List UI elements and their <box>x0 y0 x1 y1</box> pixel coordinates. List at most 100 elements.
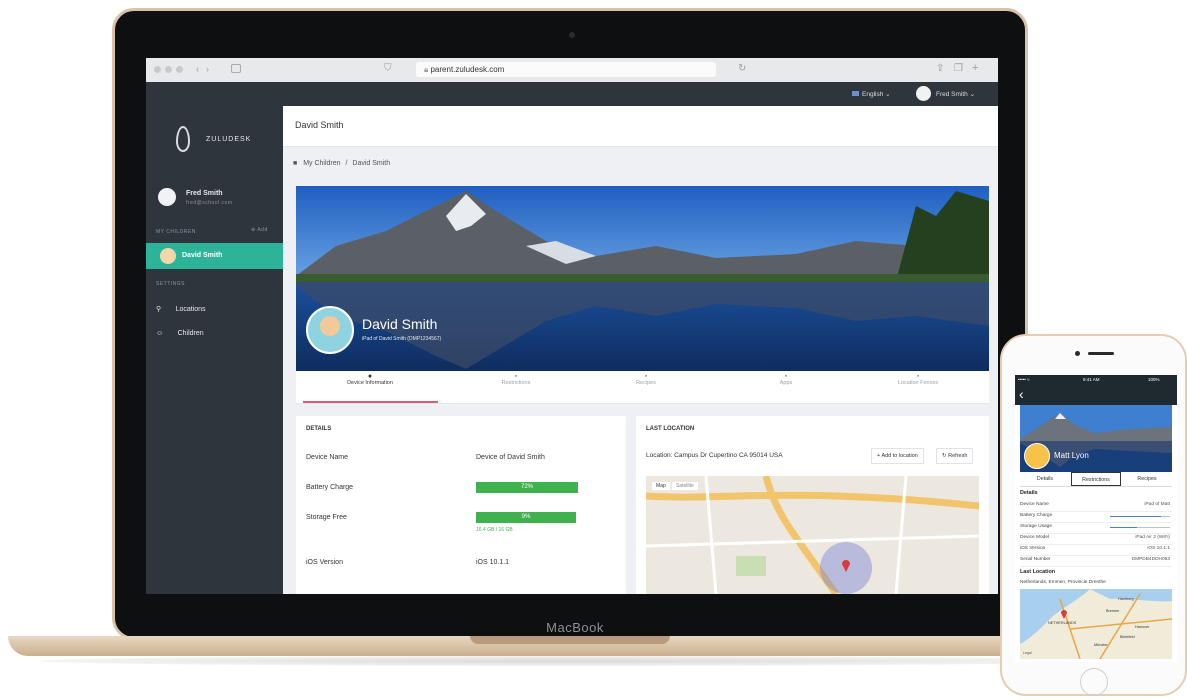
shield-icon[interactable]: ⛉ <box>384 63 392 74</box>
status-time: 9:41 AM <box>1083 377 1100 382</box>
device-tabs: ● Device Information ▪ Restrictions ▪ Re… <box>296 371 989 404</box>
tab-label: Device Information <box>347 380 393 386</box>
window-maximize-dot[interactable] <box>176 66 183 73</box>
refresh-icon: ↻ <box>942 453 947 459</box>
phone-camera <box>1075 351 1080 356</box>
share-icon[interactable]: ⇪ <box>936 63 944 74</box>
tab-label: Location Fences <box>897 380 939 386</box>
cover-name: David Smith <box>362 316 438 332</box>
tabs-icon[interactable]: ❐ <box>954 63 963 74</box>
page-title: David Smith <box>295 120 344 130</box>
map-label-netherlands: NETHERLANDS <box>1048 621 1077 625</box>
row-label: Storage Usage <box>1020 524 1052 529</box>
device-name-value: Device of David Smith <box>476 454 545 461</box>
avatar-face <box>320 316 340 336</box>
logo-text: ZULUDESK <box>206 136 252 143</box>
breadcrumb-root[interactable]: My Children <box>303 160 340 167</box>
storage-label: Storage Free <box>306 514 347 521</box>
battery-track <box>1110 516 1170 517</box>
tab-label: Recipes <box>636 380 656 386</box>
row-label: Serial Number <box>1020 557 1051 562</box>
forward-icon[interactable]: › <box>206 64 209 74</box>
map-label-hanover: Hanover <box>1135 625 1150 629</box>
sidebar-item-active-child[interactable]: David Smith <box>146 243 283 269</box>
add-to-location-label: Add to location <box>881 453 918 459</box>
add-label: Add <box>257 227 268 233</box>
map-type-satellite[interactable]: Satellite <box>672 482 698 490</box>
storage-track <box>1110 527 1170 528</box>
phone-speaker <box>1088 352 1114 355</box>
child-profile-avatar <box>306 306 354 354</box>
active-tab-indicator <box>303 401 438 403</box>
location-text: Location: Campus Dr Cupertino CA 95014 U… <box>646 452 783 459</box>
user-menu[interactable]: Fred Smith ⌄ <box>936 90 975 98</box>
sidebar-item-label: David Smith <box>182 252 223 259</box>
map-label-bielefeld: Bielefeld <box>1120 635 1135 639</box>
profile-avatar[interactable] <box>158 188 176 206</box>
pin-icon: ▪ <box>916 373 920 380</box>
status-battery: 100% <box>1148 377 1160 382</box>
phone-cover-photo: Matt Lyon <box>1020 405 1172 475</box>
window-minimize-dot[interactable] <box>165 66 172 73</box>
info-icon: ● <box>367 373 373 380</box>
breadcrumb: ■ My Children / David Smith <box>293 160 391 167</box>
sidebar-item-children[interactable]: ☺ Children <box>156 322 204 340</box>
row-value: DMPDB4DDH053 <box>1131 557 1170 562</box>
phone-location-heading: Last Location <box>1020 569 1056 575</box>
add-child-button[interactable]: ⊕ Add <box>251 227 268 233</box>
sidebar-item-locations[interactable]: ⚲ Locations <box>156 298 206 316</box>
back-icon[interactable]: ‹ <box>196 64 199 74</box>
location-map[interactable]: Map Satellite <box>646 476 979 594</box>
phone-row-serial: Serial Number DMPDB4DDH053 <box>1020 555 1172 567</box>
add-to-location-button[interactable]: + Add to location <box>871 448 924 464</box>
reload-icon[interactable]: ↻ <box>738 63 746 74</box>
url-field[interactable]: 🔒︎ parent.zuludesk.com <box>416 62 716 77</box>
map-label-munster: Münster <box>1094 643 1108 647</box>
map-type-map[interactable]: Map <box>652 482 670 490</box>
users-icon: ☺ <box>156 330 164 337</box>
laptop-notch <box>470 636 670 644</box>
tab-device-information[interactable]: ● Device Information <box>310 373 430 386</box>
phone-location-map[interactable]: Hamburg Bremen NETHERLANDS Hanover Biele… <box>1020 589 1172 659</box>
breadcrumb-current: David Smith <box>352 160 391 167</box>
tab-recipes[interactable]: ▪ Recipes <box>586 373 706 386</box>
phone-details-heading: Details <box>1020 490 1038 496</box>
browser-toolbar: ‹ › ⛉ 🔒︎ parent.zuludesk.com ↻ ⇪ ❐ + <box>146 58 998 83</box>
sidebar-item-label: Children <box>177 330 204 337</box>
refresh-button[interactable]: ↻ Refresh <box>936 448 974 464</box>
tab-apps[interactable]: ▪ Apps <box>726 373 846 386</box>
phone-cover-name: Matt Lyon <box>1054 451 1089 460</box>
sidebar-toggle-icon[interactable] <box>231 64 241 73</box>
phone-tabs: Details Restrictions Recipes <box>1020 472 1172 487</box>
map-label-bremen: Bremen <box>1106 609 1120 613</box>
mountain-lake-image <box>296 186 989 371</box>
user-avatar[interactable] <box>916 86 931 101</box>
laptop-shadow <box>40 656 1100 666</box>
phone-tab-restrictions[interactable]: Restrictions <box>1071 472 1121 486</box>
child-avatar <box>160 248 176 264</box>
map-roads-image <box>646 476 979 594</box>
sidebar: ZULUDESK Fred Smith fred@school.com MY C… <box>146 106 283 594</box>
phone-screen: ••••• ≈ 9:41 AM 100% ‹ Matt Lyon Details… <box>1015 375 1177 662</box>
tab-restrictions[interactable]: ▪ Restrictions <box>456 373 576 386</box>
laptop-screen: ‹ › ⛉ 🔒︎ parent.zuludesk.com ↻ ⇪ ❐ + Eng… <box>146 58 998 594</box>
carrier-signal: ••••• ≈ <box>1018 377 1030 382</box>
tab-location-fences[interactable]: ▪ Location Fences <box>858 373 978 386</box>
ios-version-label: iOS Version <box>306 559 343 566</box>
phone-home-button[interactable] <box>1080 668 1108 696</box>
language-label: English <box>862 91 884 98</box>
back-chevron-icon[interactable]: ‹ <box>1019 386 1024 402</box>
phone-tab-details[interactable]: Details <box>1020 472 1070 486</box>
apps-icon: ▪ <box>784 373 788 380</box>
phone-map-image <box>1020 589 1172 659</box>
map-label-hamburg: Hamburg <box>1118 597 1134 601</box>
new-tab-icon[interactable]: + <box>972 62 978 74</box>
language-selector[interactable]: English ⌄ <box>852 90 891 98</box>
row-value: iPad Air 2 (WiFi) <box>1135 535 1170 540</box>
phone-tab-recipes[interactable]: Recipes <box>1122 472 1172 486</box>
row-label: Device Name <box>1020 502 1049 507</box>
map-legal-link[interactable]: Legal <box>1023 651 1032 655</box>
page-header: David Smith <box>283 106 998 147</box>
window-close-dot[interactable] <box>154 66 161 73</box>
location-heading: LAST LOCATION <box>646 426 695 432</box>
